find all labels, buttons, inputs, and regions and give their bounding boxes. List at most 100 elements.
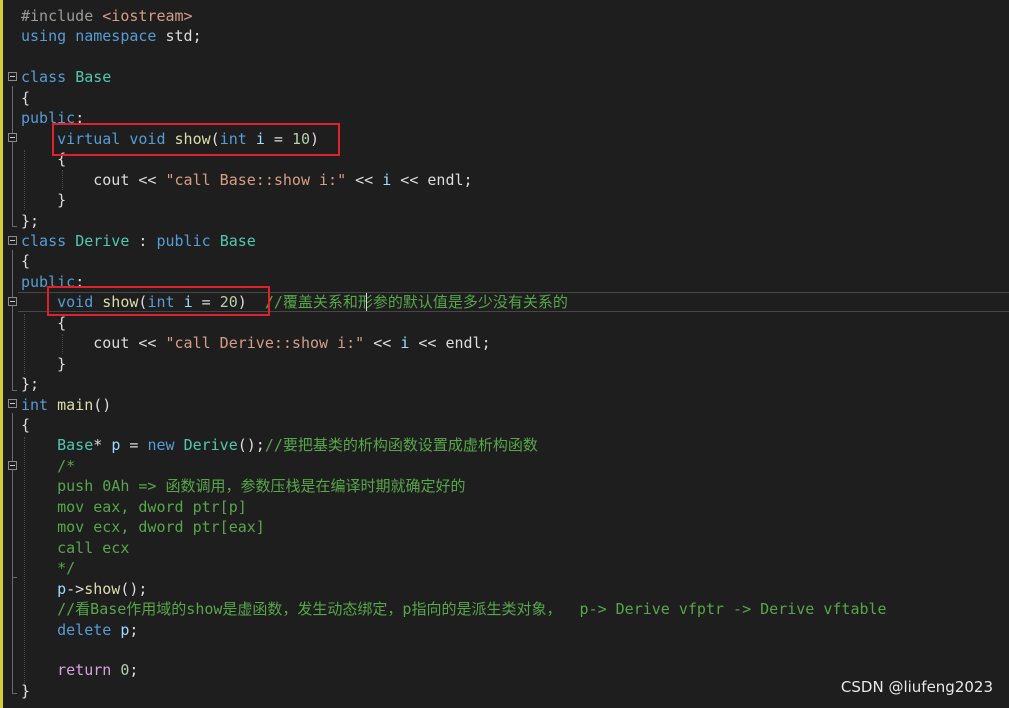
outline-line (12, 413, 13, 693)
code-token: mov ecx, dword ptr[eax] (21, 518, 265, 537)
code-token: Base (219, 231, 256, 250)
code-line[interactable]: p->show(); (21, 579, 147, 599)
code-line[interactable]: //看Base作用域的show是虚函数，发生动态绑定，p指向的是派生类对象， p… (21, 599, 887, 619)
code-token: << (346, 170, 383, 189)
code-line[interactable]: return 0; (21, 660, 138, 680)
outline-end (12, 226, 17, 227)
code-token: ; (129, 620, 139, 639)
collapse-icon[interactable] (8, 133, 17, 142)
code-line[interactable]: } (21, 681, 30, 701)
code-token: << endl; (391, 170, 473, 189)
code-token: int (21, 395, 49, 414)
highlight-box-base-show (52, 123, 340, 156)
collapse-icon[interactable] (8, 461, 17, 470)
code-line[interactable]: } (21, 354, 66, 374)
code-token: p (57, 579, 67, 598)
code-token: } (21, 681, 31, 700)
code-token: #include (21, 7, 94, 25)
code-token: class (21, 231, 67, 250)
code-line[interactable]: /* (21, 456, 75, 476)
code-token: public (156, 231, 211, 250)
code-token: new (147, 436, 175, 455)
code-token: { (21, 252, 31, 271)
code-token: } (21, 354, 67, 373)
code-token: Derive (75, 231, 130, 250)
code-token: { (21, 416, 31, 434)
code-token: * (93, 436, 112, 455)
code-token: { (21, 88, 31, 107)
code-token: Base (75, 68, 112, 87)
code-token: call ecx (21, 538, 130, 557)
code-line[interactable]: */ (21, 558, 75, 578)
code-line[interactable]: class Derive : public Base (21, 231, 256, 251)
code-token: << (364, 334, 401, 353)
code-token: (); (120, 579, 148, 598)
code-token: show (84, 579, 121, 598)
outline-line (12, 147, 13, 205)
code-line[interactable]: delete p; (21, 620, 138, 640)
code-token: Derive (183, 436, 238, 455)
code-line[interactable]: { (21, 415, 30, 435)
code-token: -> (66, 579, 85, 598)
code-token: delete (57, 620, 112, 639)
collapse-icon[interactable] (8, 72, 17, 81)
code-token: = (120, 436, 148, 455)
code-token: : (129, 231, 157, 250)
collapse-icon[interactable] (8, 236, 17, 245)
code-line[interactable]: { (21, 251, 30, 271)
code-token: return (57, 661, 112, 680)
code-token: }; (21, 375, 40, 394)
code-token: "call Base::show i:" (165, 170, 347, 189)
code-line[interactable]: cout << "call Derive::show i:" << i << e… (21, 333, 491, 353)
code-token: <iostream> (102, 7, 193, 25)
collapse-icon[interactable] (8, 297, 17, 306)
code-line[interactable]: cout << "call Base::show i:" << i << end… (21, 170, 473, 190)
code-line[interactable]: }; (21, 374, 39, 394)
code-token: (); (237, 436, 265, 455)
outline-end (12, 577, 17, 578)
code-token: { (21, 313, 67, 332)
code-line[interactable]: int main() (21, 395, 111, 415)
code-editor[interactable]: #include <iostream> using namespace std; c… (0, 0, 1009, 708)
code-line[interactable]: using namespace std; (21, 26, 202, 46)
code-line[interactable]: mov eax, dword ptr[p] (21, 497, 247, 517)
collapse-icon[interactable] (8, 399, 17, 408)
highlight-box-derive-show (47, 286, 270, 316)
code-token: cout << (21, 334, 166, 353)
code-line[interactable]: Base* p = new Derive();//要把基类的析构函数设置成虚析构… (21, 435, 538, 455)
outline-end (12, 693, 17, 694)
code-token: mov eax, dword ptr[p] (21, 497, 247, 516)
code-line[interactable]: call ecx (21, 538, 129, 558)
code-token: //要把基类的析构函数设置成虚析构函数 (264, 436, 538, 455)
code-line[interactable]: #include <iostream> (21, 6, 193, 26)
watermark: CSDN @liufeng2023 (840, 678, 993, 696)
code-token: }; (21, 211, 40, 230)
code-token: //看Base作用域的show是虚函数，发生动态绑定，p指向的是派生类对象， p… (21, 600, 887, 619)
code-line[interactable]: class Base (21, 67, 111, 87)
code-token: std; (156, 27, 202, 46)
text-caret (366, 293, 367, 311)
code-token: ; (129, 661, 139, 680)
code-line[interactable]: push 0Ah => 函数调用，参数压栈是在编译时期就确定好的 (21, 476, 466, 496)
code-token: << endl; (409, 334, 491, 353)
outline-line (12, 311, 13, 369)
code-token: */ (21, 559, 76, 578)
code-line[interactable]: }; (21, 211, 39, 231)
code-line[interactable]: { (21, 88, 30, 108)
code-line[interactable]: } (21, 190, 66, 210)
code-token: () (93, 395, 112, 414)
code-line[interactable]: mov ecx, dword ptr[eax] (21, 517, 265, 537)
code-token: p (111, 436, 121, 455)
code-token: push 0Ah => 函数调用，参数压栈是在编译时期就确定好的 (21, 477, 466, 496)
